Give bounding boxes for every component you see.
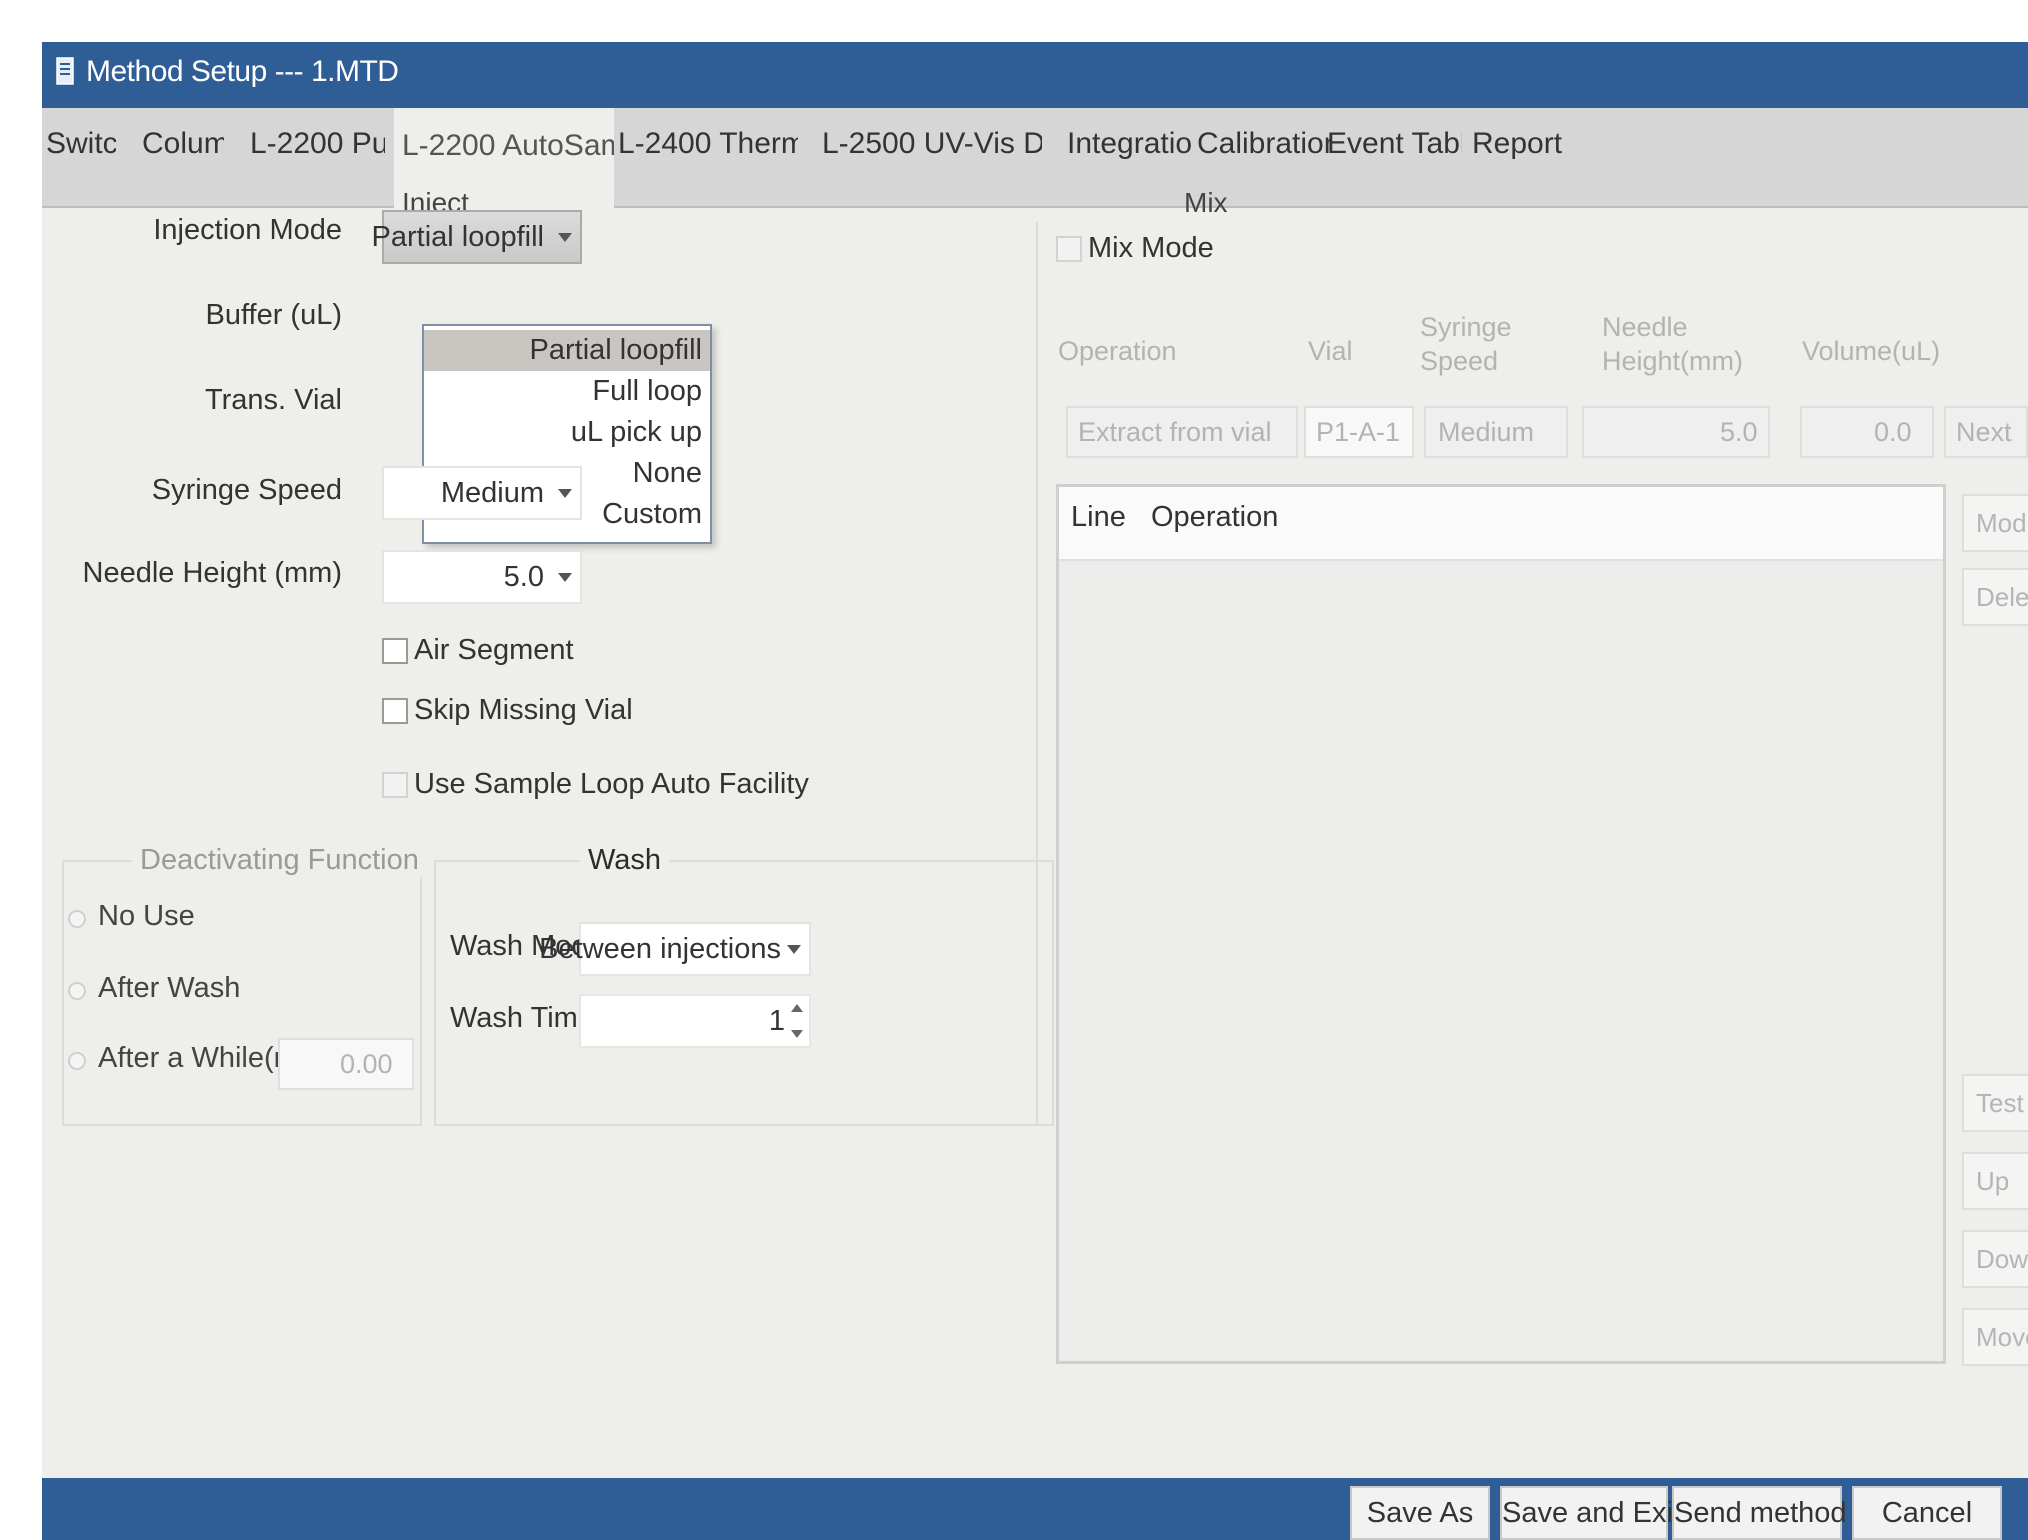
spin-up-icon[interactable] <box>791 1004 803 1012</box>
use-sample-loop-checkbox[interactable] <box>382 772 408 798</box>
send-method-button[interactable]: Send method <box>1672 1486 1847 1540</box>
chevron-down-icon <box>558 233 572 242</box>
radio-after-a-while[interactable] <box>68 1052 86 1070</box>
mix-header-vial: Vial <box>1308 336 1353 366</box>
tab-thermostat[interactable]: L-2400 Thermostat <box>618 118 798 170</box>
chevron-down-icon <box>558 573 572 582</box>
mix-mode-label: Mix Mode <box>1088 232 1214 264</box>
use-sample-loop-label: Use Sample Loop Auto Facility <box>414 768 809 800</box>
injection-mode-select[interactable]: Partial loopfill <box>372 210 582 264</box>
needle-height-select[interactable]: 5.0 <box>382 550 582 604</box>
buffer-label: Buffer (uL) <box>205 299 342 331</box>
trans-vial-label: Trans. Vial <box>205 384 342 416</box>
mix-volume-field[interactable]: 0.0 <box>1800 406 1934 458</box>
after-while-minutes-field[interactable]: 0.00 <box>278 1038 414 1090</box>
tab-bar: Switch Column L-2200 Pump L-2200 AutoSam… <box>42 108 2028 208</box>
wash-group <box>434 860 1054 1126</box>
tab-report[interactable]: Report <box>1472 118 1567 170</box>
needle-height-label: Needle Height (mm) <box>82 557 342 589</box>
section-divider <box>1036 222 1038 1126</box>
mix-operation-select[interactable]: Extract from vial <box>1066 406 1298 458</box>
column-header-line[interactable]: Line <box>1071 501 1126 534</box>
mix-vial-field[interactable]: P1-A-1 <box>1304 406 1414 458</box>
deactivating-group-title: Deactivating Function <box>132 844 427 877</box>
wash-times-label: Wash Times <box>450 1002 609 1034</box>
option-ul-pick-up[interactable]: uL pick up <box>424 412 710 453</box>
radio-after-wash[interactable] <box>68 982 86 1000</box>
mix-header-needle-height: Needle Height(mm) <box>1602 312 1744 376</box>
wash-times-spinner[interactable]: 1 <box>579 994 811 1048</box>
up-button[interactable]: Up <box>1962 1152 2028 1210</box>
save-and-exit-button[interactable]: Save and Exit <box>1500 1486 1681 1540</box>
test-button[interactable]: Test <box>1962 1074 2028 1132</box>
wash-mode-select[interactable]: Between injections <box>539 922 811 976</box>
mix-operation-table[interactable]: Line Operation <box>1056 484 1946 1364</box>
save-as-button[interactable]: Save As <box>1350 1486 1490 1540</box>
syringe-speed-select[interactable]: Medium <box>382 466 582 520</box>
radio-no-use-label: No Use <box>98 900 195 932</box>
tab-integration[interactable]: Integration <box>1067 118 1192 170</box>
window-title: Method Setup --- 1.MTD <box>86 55 399 88</box>
table-header: Line Operation <box>1059 487 1943 561</box>
radio-after-wash-label: After Wash <box>98 972 241 1004</box>
mix-header-operation: Operation <box>1058 336 1177 366</box>
chevron-down-icon <box>787 945 801 954</box>
tab-calibration[interactable]: Calibration <box>1197 118 1332 170</box>
chevron-down-icon <box>558 489 572 498</box>
delete-button[interactable]: Delete <box>1962 568 2028 626</box>
tab-detector[interactable]: L-2500 UV-Vis Detector <box>822 118 1042 170</box>
skip-missing-vial-label: Skip Missing Vial <box>414 694 633 726</box>
radio-no-use[interactable] <box>68 910 86 928</box>
syringe-speed-label: Syringe Speed <box>151 474 342 506</box>
tab-event-table[interactable]: Event Table <box>1327 118 1462 170</box>
mix-header-volume: Volume(uL) <box>1802 336 1941 366</box>
injection-mode-label: Injection Mode <box>153 214 342 246</box>
option-partial-loopfill[interactable]: Partial loopfill <box>424 330 710 371</box>
option-full-loop[interactable]: Full loop <box>424 371 710 412</box>
cancel-button[interactable]: Cancel <box>1852 1486 2002 1540</box>
mix-mode-checkbox[interactable] <box>1056 236 1082 262</box>
footer-bar: Save As Save and Exit Send method Cancel <box>42 1478 2028 1540</box>
air-segment-checkbox[interactable] <box>382 638 408 664</box>
wash-group-title: Wash <box>580 844 670 877</box>
column-header-operation[interactable]: Operation <box>1151 501 1278 534</box>
document-icon <box>56 57 74 85</box>
mix-needle-height-select[interactable]: 5.0 <box>1582 406 1770 458</box>
tab-switch[interactable]: Switch <box>46 118 116 170</box>
modify-button[interactable]: Modify <box>1962 494 2028 552</box>
down-button[interactable]: Down <box>1962 1230 2028 1288</box>
skip-missing-vial-checkbox[interactable] <box>382 698 408 724</box>
air-segment-label: Air Segment <box>414 634 574 666</box>
mix-syringe-speed-select[interactable]: Medium <box>1424 406 1568 458</box>
mix-next-button[interactable]: Next <box>1944 406 2028 458</box>
spin-down-icon[interactable] <box>791 1030 803 1038</box>
move-button[interactable]: Move <box>1962 1308 2028 1366</box>
method-setup-window: Method Setup --- 1.MTD Switch Column L-2… <box>42 42 2028 1540</box>
mix-section-label: Mix <box>1184 187 1228 218</box>
tab-pump[interactable]: L-2200 Pump <box>250 118 385 170</box>
title-bar[interactable]: Method Setup --- 1.MTD <box>42 42 2028 108</box>
mix-header-syringe-speed: Syringe Speed <box>1420 312 1512 376</box>
tab-column[interactable]: Column <box>142 118 224 170</box>
